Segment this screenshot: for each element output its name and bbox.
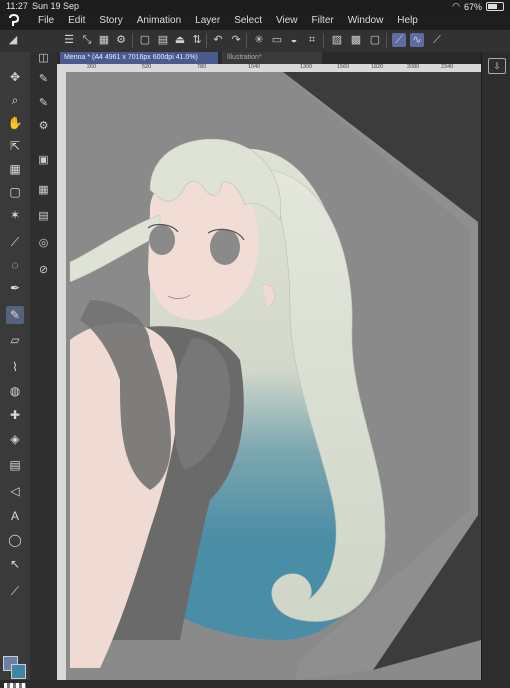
sub-pen-a-icon[interactable]: ✎ [35, 71, 52, 88]
zoom-icon[interactable]: ⌕ [6, 91, 24, 109]
transparent-color-chip[interactable] [4, 683, 26, 688]
fill-bucket-icon[interactable]: ◈ [6, 430, 24, 448]
menu-edit[interactable]: Edit [68, 15, 85, 26]
eye-left [149, 225, 175, 255]
layer-move-icon[interactable]: ▦ [6, 160, 24, 178]
battery-icon [486, 2, 504, 11]
blend-icon[interactable]: ◍ [6, 382, 24, 400]
ruler-left [57, 64, 66, 680]
material-icon[interactable]: ▦ [97, 33, 111, 47]
menu-story[interactable]: Story [99, 15, 122, 26]
sub-layer-stack-icon[interactable]: ◎ [35, 235, 52, 252]
ruler-label: 1560 [337, 64, 350, 70]
lasso-icon[interactable]: ◌ [6, 256, 24, 274]
transform-icon[interactable]: ⤡ [80, 33, 94, 47]
menu-icon[interactable]: ☰ [62, 33, 76, 47]
eyedropper-icon[interactable]: ⟋ [6, 233, 24, 251]
right-panel: ⇩ [481, 52, 510, 680]
ruler-label: 1300 [300, 64, 313, 70]
correct-line-icon[interactable]: ↖ [6, 555, 24, 573]
text-icon[interactable]: A [6, 507, 24, 525]
snap-curve-icon[interactable]: ∿ [410, 33, 424, 47]
brush-icon[interactable]: ⌇ [6, 358, 24, 376]
brush-size-icon[interactable]: ◢ [6, 33, 20, 47]
operation-icon[interactable]: ⇱ [6, 137, 24, 155]
pencil-icon[interactable]: ✎ [6, 306, 24, 324]
sub-pen-b-icon[interactable]: ✎ [35, 95, 52, 112]
invert-icon[interactable]: ▩ [349, 33, 363, 47]
sub-settings-icon[interactable]: ⚙ [35, 118, 52, 135]
app-logo-icon[interactable] [7, 13, 21, 28]
document-tabs: Menna * (A4 4961 x 7016px 600dpi 41.0%) … [57, 52, 481, 64]
selection-rect-icon[interactable]: ▢ [6, 183, 24, 201]
command-bar: ◢ ☰ ⤡ ▦ ⚙ ▢ ▤ ⏏ ⇅ ↶ ↷ ✳ ▭ ◒ ⌗ ▨ ▩ ▢ ⟋ ∿ … [0, 30, 510, 53]
sub-tool-strip: ◫ ✎ ✎ ⚙ ▣ ▦ ▤ ◎ ⊘ [30, 52, 58, 680]
menu-bar: File Edit Story Animation Layer Select V… [0, 13, 510, 30]
color-picker-icon[interactable]: ⟋ [6, 582, 24, 600]
menu-items: File Edit Story Animation Layer Select V… [38, 15, 418, 26]
open-icon[interactable]: ▤ [156, 33, 170, 47]
spinner-icon[interactable]: ✳ [252, 33, 266, 47]
menu-select[interactable]: Select [234, 15, 262, 26]
figure-icon[interactable]: ◁ [6, 482, 24, 500]
panel-toggle-icon[interactable]: ⇩ [488, 58, 506, 74]
illustration [66, 72, 481, 680]
menu-layer[interactable]: Layer [195, 15, 220, 26]
ruler-label: 780 [197, 64, 207, 70]
tab-menna[interactable]: Menna * (A4 4961 x 7016px 600dpi 41.0%) [60, 52, 218, 64]
ruler-top: 260 520 780 1040 1300 1560 1820 2080 234… [66, 64, 481, 72]
redo-icon[interactable]: ↷ [229, 33, 243, 47]
status-bar: 11:27 Sun 19 Sep ◠ 67% [0, 0, 510, 13]
ruler-label: 520 [142, 64, 152, 70]
ruler-label: 2340 [441, 64, 454, 70]
fill-icon[interactable]: ◒ [287, 33, 301, 47]
ruler-label: 260 [87, 64, 97, 70]
menu-view[interactable]: View [276, 15, 298, 26]
pen-icon[interactable]: ✒ [6, 279, 24, 297]
status-date: Sun 19 Sep [32, 1, 80, 11]
status-right: ◠ 67% [452, 1, 504, 12]
wifi-icon: ◠ [452, 1, 460, 11]
stabilizer-icon[interactable]: ⟋ [430, 33, 444, 47]
menu-filter[interactable]: Filter [311, 15, 333, 26]
menu-help[interactable]: Help [397, 15, 418, 26]
snap-ruler-icon[interactable]: ⟋ [392, 33, 406, 47]
decoration-icon[interactable]: ✚ [6, 406, 24, 424]
move-icon[interactable]: ✥ [6, 68, 24, 86]
magic-wand-icon[interactable]: ✶ [6, 206, 24, 224]
sub-color-swatch[interactable] [11, 664, 26, 679]
export-icon[interactable]: ⇅ [190, 33, 204, 47]
settings-icon[interactable]: ⚙ [114, 33, 128, 47]
ruler-label: 1040 [248, 64, 261, 70]
new-canvas-icon[interactable]: ▢ [138, 33, 152, 47]
balloon-icon[interactable]: ◯ [6, 531, 24, 549]
crop-icon[interactable]: ⌗ [305, 33, 319, 47]
menu-window[interactable]: Window [348, 15, 384, 26]
selection-icon[interactable]: ▨ [330, 33, 344, 47]
clear-icon[interactable]: ▭ [270, 33, 284, 47]
undo-icon[interactable]: ↶ [211, 33, 225, 47]
sub-frame-icon[interactable]: ▤ [35, 208, 52, 225]
save-icon[interactable]: ⏏ [173, 33, 187, 47]
gradient-icon[interactable]: ▤ [6, 456, 24, 474]
canvas[interactable] [66, 72, 481, 680]
ruler-label: 2080 [407, 64, 420, 70]
ruler-label: 1820 [371, 64, 384, 70]
layers-icon[interactable]: ◫ [35, 50, 52, 67]
tab-illustration[interactable]: Illustration* [222, 52, 322, 64]
sub-search-icon[interactable]: ⊘ [35, 262, 52, 279]
eye-right [210, 229, 240, 265]
hand-icon[interactable]: ✋ [6, 114, 24, 132]
layer-mask-icon[interactable]: ▢ [368, 33, 382, 47]
menu-file[interactable]: File [38, 15, 54, 26]
sub-canvas-icon[interactable]: ▣ [35, 152, 52, 169]
sub-grid-icon[interactable]: ▦ [35, 182, 52, 199]
status-time: 11:27 [6, 1, 28, 11]
tool-palette: ✥ ⌕ ✋ ⇱ ▦ ▢ ✶ ⟋ ◌ ✒ ✎ ▱ ⌇ ◍ ✚ ◈ ▤ ◁ A ◯ … [0, 52, 31, 688]
menu-animation[interactable]: Animation [137, 15, 181, 26]
eraser-icon[interactable]: ▱ [6, 331, 24, 349]
battery-percent: 67% [463, 1, 482, 12]
